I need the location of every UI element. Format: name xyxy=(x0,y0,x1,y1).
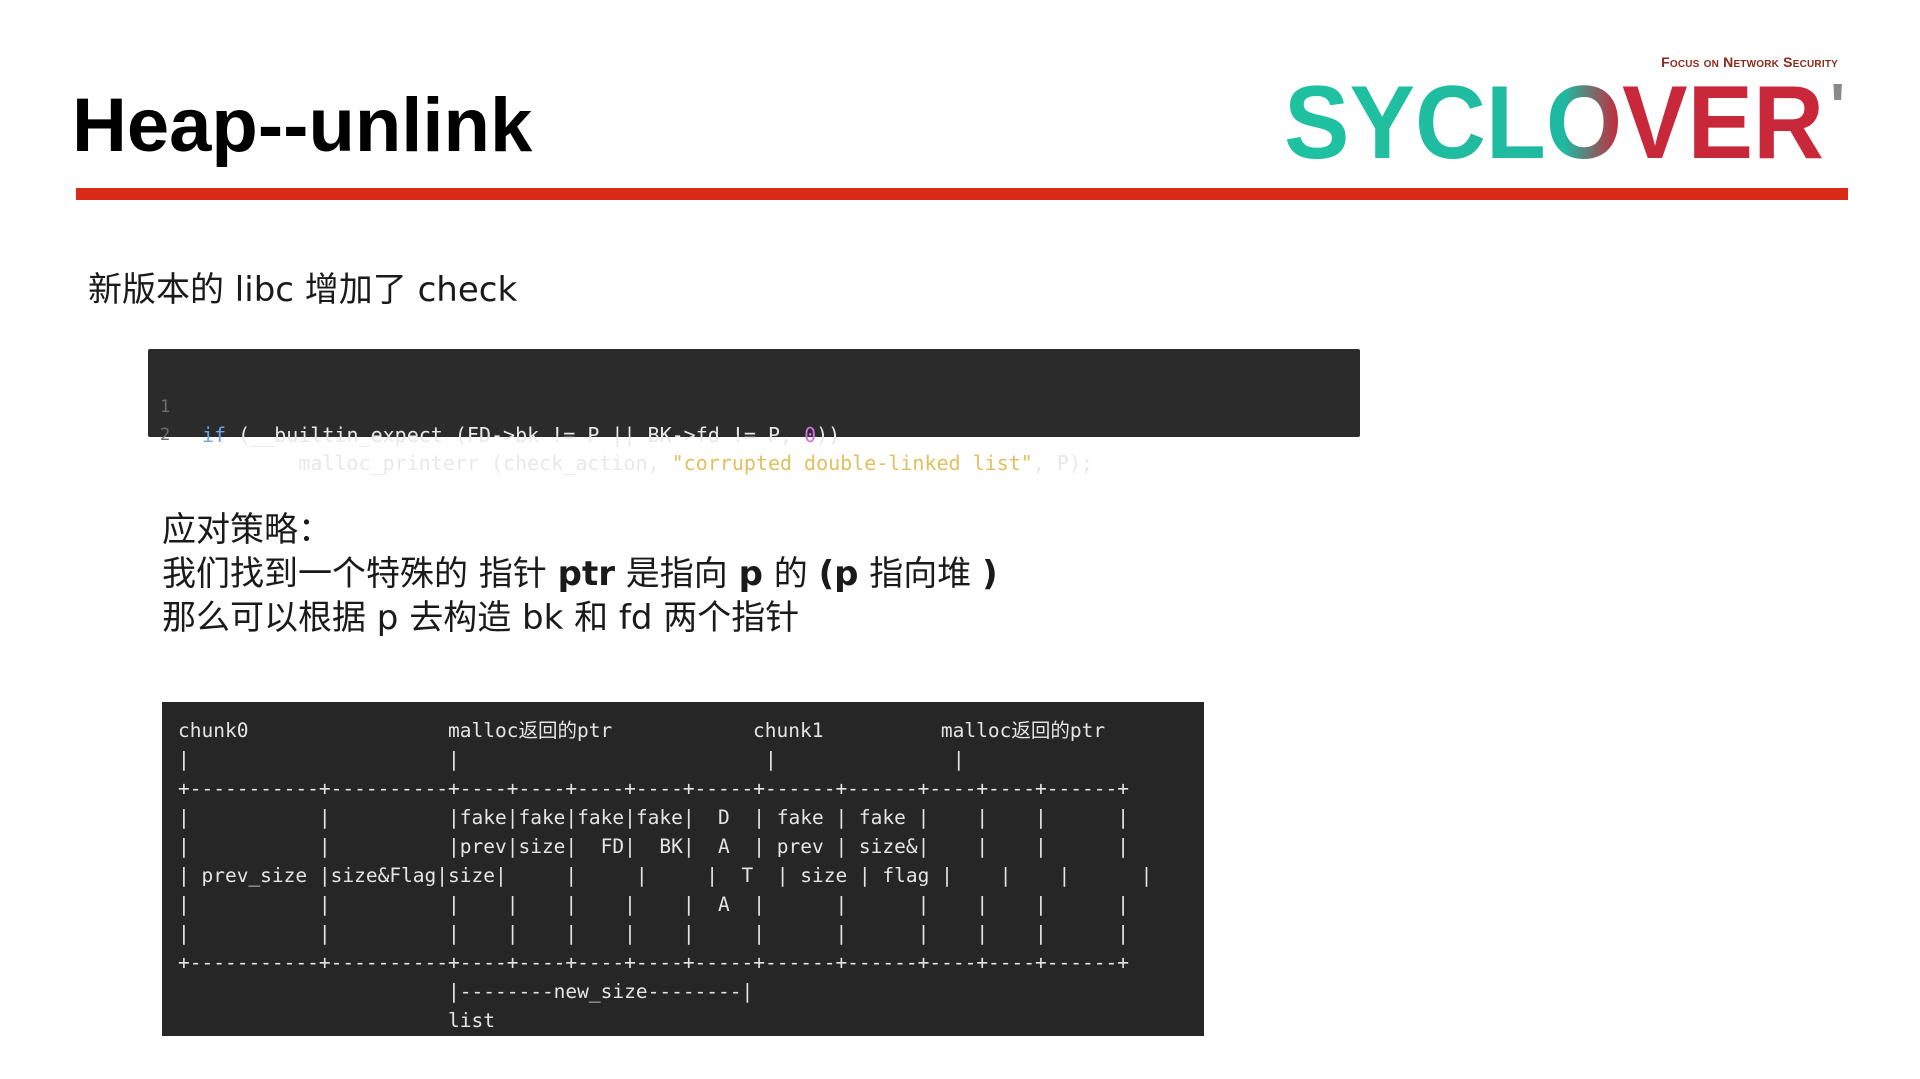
diagram-line: | | | | | | | | | | | | | xyxy=(178,922,1129,945)
diagram-line: | | |fake|fake|fake|fake| D | fake | fak… xyxy=(178,806,1129,829)
diagram-line: +-----------+----------+----+----+----+-… xyxy=(178,777,1129,800)
code-line: 2 malloc_printerr (check_action, "corrup… xyxy=(148,393,1360,475)
text-span: 是指向 xyxy=(614,554,739,594)
code-line: 1 if (__builtin_expect (FD->bk != P || B… xyxy=(148,365,1360,447)
text-span: 我们找到一个特殊的 指针 xyxy=(162,554,558,594)
text-span: p xyxy=(738,554,763,594)
line-number: 2 xyxy=(160,425,171,445)
text-span: 指向堆 xyxy=(858,554,983,594)
logo-mark: ' xyxy=(1830,72,1845,142)
diagram-line: chunk0 malloc返回的ptr chunk1 malloc返回的ptr xyxy=(178,719,1106,742)
strategy-line: 那么可以根据 p 去构造 bk 和 fd 两个指针 xyxy=(162,598,800,638)
heap-layout-diagram: chunk0 malloc返回的ptr chunk1 malloc返回的ptr … xyxy=(162,702,1204,1036)
diagram-line: | prev_size |size&Flag|size| | | | T | s… xyxy=(178,864,1153,887)
text-span: (p xyxy=(818,554,859,594)
diagram-line: list xyxy=(178,1009,495,1032)
diagram-line: | | |prev|size| FD| BK| A | prev | size&… xyxy=(178,835,1129,858)
syclover-logo: SYCLOVER ' xyxy=(1284,72,1845,172)
page-title: Heap--unlink xyxy=(72,83,533,168)
brand-tagline: Focus on Network Security xyxy=(1661,54,1838,70)
intro-text: 新版本的 libc 增加了 check xyxy=(88,270,518,310)
diagram-line: +-----------+----------+----+----+----+-… xyxy=(178,951,1129,974)
diagram-line: | | | | | | | A | | | | | | xyxy=(178,893,1129,916)
strategy-text: 应对策略： 我们找到一个特殊的 指针 ptr 是指向 p 的 (p 指向堆 ) … xyxy=(162,508,998,640)
strategy-line: 我们找到一个特殊的 指针 ptr 是指向 p 的 (p 指向堆 ) xyxy=(162,552,998,596)
text-span: 的 xyxy=(762,554,819,594)
text-span: ) xyxy=(982,554,998,594)
title-divider xyxy=(76,188,1848,200)
logo-wordmark: SYCLOVER xyxy=(1284,72,1824,172)
diagram-line: | | | | xyxy=(178,748,965,771)
code-text: malloc_printerr (check_action, "corrupte… xyxy=(202,451,1094,475)
text-span: ptr xyxy=(557,554,615,594)
code-text: if (__builtin_expect (FD->bk != P || BK-… xyxy=(202,423,841,447)
strategy-heading: 应对策略： xyxy=(162,510,332,550)
diagram-line: |--------new_size--------| xyxy=(178,980,754,1003)
code-block: 1 if (__builtin_expect (FD->bk != P || B… xyxy=(148,349,1360,475)
